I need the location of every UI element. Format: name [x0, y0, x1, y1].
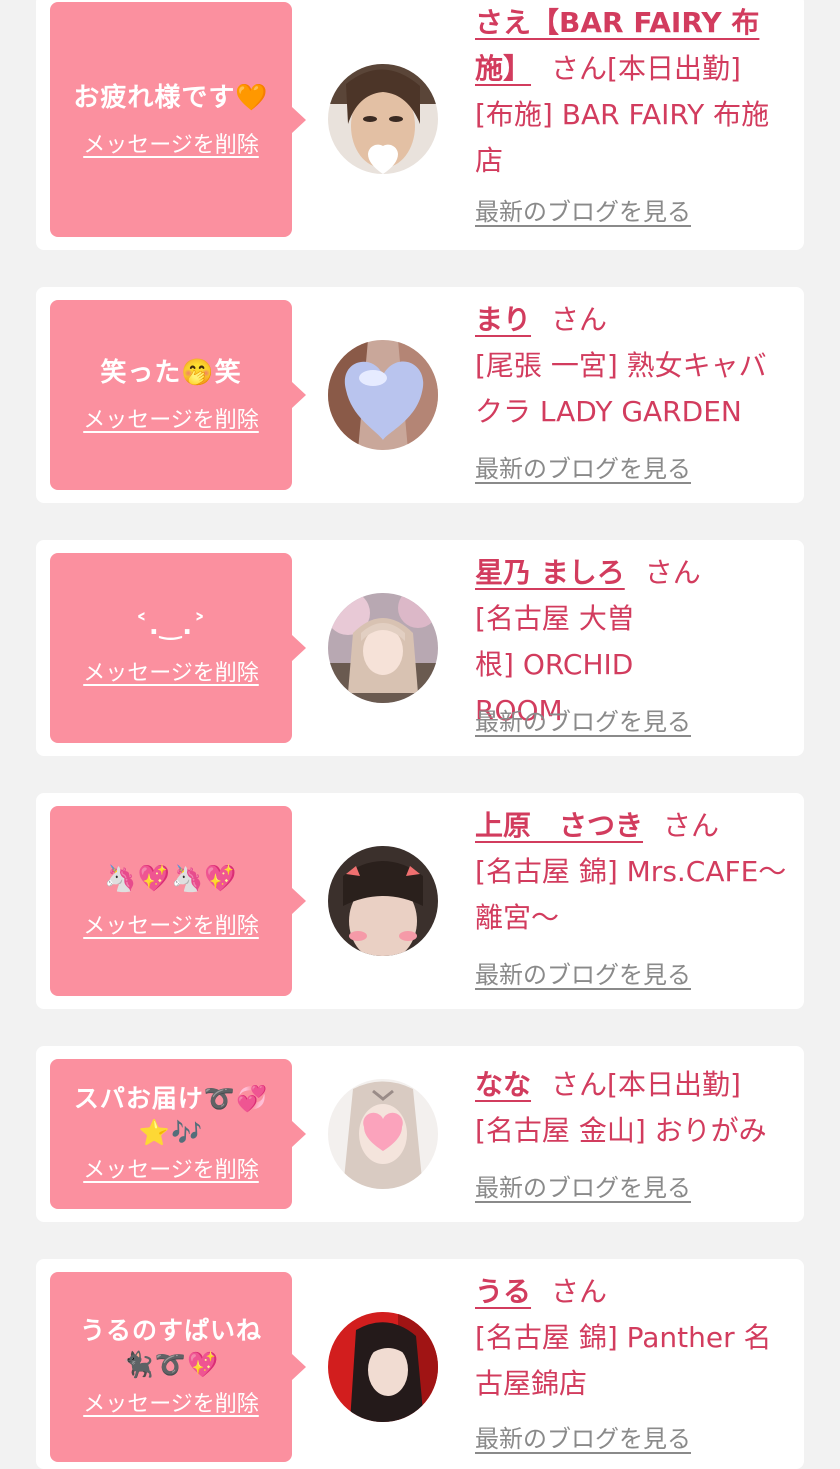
cast-name-link[interactable]: 上原 さつき — [475, 809, 643, 842]
shop-name: [布施] BAR FAIRY 布施店 — [475, 98, 770, 177]
message-bubble: ˂.‿.˃ メッセージを削除 — [50, 553, 306, 743]
message-text: お疲れ様です🧡 — [73, 82, 269, 113]
work-status: [本日出勤] — [607, 1068, 741, 1101]
latest-blog-link[interactable]: 最新のブログを見る — [475, 959, 691, 991]
message-text: スパお届け➰💞⭐🎶 — [73, 1084, 269, 1147]
message-card: お疲れ様です🧡 メッセージを削除 さえ【BAR FAIRY 布施】 さん[本日出勤… — [36, 0, 804, 250]
message-text: 🦄💖🦄💖 — [104, 864, 238, 894]
avatar[interactable] — [328, 846, 438, 956]
honorific: さん — [663, 809, 720, 842]
shop-name: [名古屋 金山] おりがみ — [475, 1114, 767, 1147]
avatar[interactable] — [328, 1312, 438, 1422]
delete-message-link[interactable]: メッセージを削除 — [83, 1390, 259, 1420]
shop-name: [尾張 一宮] 熟女キャバクラ LADY GARDEN — [475, 349, 767, 428]
message-card: 🦄💖🦄💖 メッセージを削除 上原 さつき さん [名古屋 錦] Mrs.CAFE〜… — [36, 793, 804, 1009]
message-text: うるのすぱいね🐈‍⬛➰💖 — [79, 1316, 262, 1379]
cast-name-link[interactable]: うる — [475, 1275, 531, 1308]
message-bubble: 🦄💖🦄💖 メッセージを削除 — [50, 806, 306, 996]
entry-info: 上原 さつき さん [名古屋 錦] Mrs.CAFE〜離宮〜 — [475, 803, 793, 941]
avatar[interactable] — [328, 64, 438, 174]
entry-info: まり さん [尾張 一宮] 熟女キャバクラ LADY GARDEN — [475, 297, 793, 435]
delete-message-link[interactable]: メッセージを削除 — [83, 131, 259, 161]
work-status: [本日出勤] — [607, 52, 741, 85]
latest-blog-link[interactable]: 最新のブログを見る — [475, 196, 691, 228]
honorific: さん — [644, 556, 701, 589]
entry-info: なな さん[本日出勤] [名古屋 金山] おりがみ — [475, 1062, 793, 1154]
avatar[interactable] — [328, 1079, 438, 1189]
shop-name: [名古屋 錦] Panther 名古屋錦店 — [475, 1321, 772, 1400]
message-bubble: うるのすぱいね🐈‍⬛➰💖 メッセージを削除 — [50, 1272, 306, 1462]
honorific: さん — [551, 303, 608, 336]
message-bubble: スパお届け➰💞⭐🎶 メッセージを削除 — [50, 1059, 306, 1209]
honorific: さん — [551, 1275, 608, 1308]
entry-info: さえ【BAR FAIRY 布施】 さん[本日出勤] [布施] BAR FAIRY … — [475, 0, 793, 184]
cast-name-link[interactable]: なな — [475, 1068, 531, 1101]
message-card: 笑った🤭笑 メッセージを削除 まり さん [尾張 一宮] 熟女キャバクラ LADY… — [36, 287, 804, 503]
message-text: 笑った🤭笑 — [100, 358, 242, 388]
shop-name: [名古屋 錦] Mrs.CAFE〜離宮〜 — [475, 855, 787, 934]
honorific: さん — [551, 1068, 608, 1101]
latest-blog-link[interactable]: 最新のブログを見る — [475, 1423, 691, 1455]
message-text: ˂.‿.˃ — [134, 611, 208, 641]
delete-message-link[interactable]: メッセージを削除 — [83, 912, 259, 942]
entry-info: うる さん [名古屋 錦] Panther 名古屋錦店 — [475, 1269, 793, 1407]
avatar[interactable] — [328, 340, 438, 450]
delete-message-link[interactable]: メッセージを削除 — [83, 1156, 259, 1186]
message-card: ˂.‿.˃ メッセージを削除 星乃 ましろ さん [名古屋 大曽根] ORCHID… — [36, 540, 804, 756]
message-bubble: 笑った🤭笑 メッセージを削除 — [50, 300, 306, 490]
message-card: うるのすぱいね🐈‍⬛➰💖 メッセージを削除 うる さん [名古屋 錦] Panth… — [36, 1259, 804, 1469]
cast-name-link[interactable]: 星乃 ましろ — [475, 556, 625, 589]
message-bubble: お疲れ様です🧡 メッセージを削除 — [50, 2, 306, 237]
delete-message-link[interactable]: メッセージを削除 — [83, 659, 259, 689]
message-card: スパお届け➰💞⭐🎶 メッセージを削除 なな さん[本日出勤] [名古屋 金山] お… — [36, 1046, 804, 1222]
delete-message-link[interactable]: メッセージを削除 — [83, 406, 259, 436]
latest-blog-link[interactable]: 最新のブログを見る — [475, 453, 691, 485]
latest-blog-link[interactable]: 最新のブログを見る — [475, 1172, 691, 1204]
honorific: さん — [551, 52, 608, 85]
latest-blog-link[interactable]: 最新のブログを見る — [475, 706, 691, 738]
avatar[interactable] — [328, 593, 438, 703]
cast-name-link[interactable]: まり — [475, 303, 531, 336]
